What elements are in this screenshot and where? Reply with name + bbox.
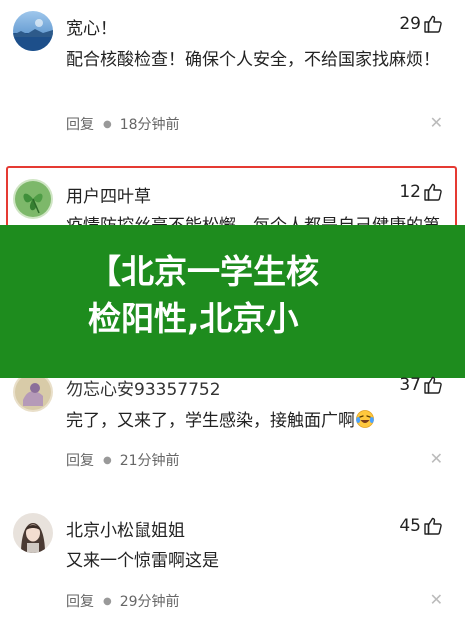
comment-item: 宽心！ 29 配合核酸检查！确保个人安全，不给国家找麻烦！ 回复 ● 18分钟前…	[0, 0, 465, 150]
timestamp: 18分钟前	[119, 117, 180, 133]
thumbs-up-icon[interactable]	[423, 14, 443, 34]
thumbs-up-icon[interactable]	[423, 516, 443, 536]
like-button[interactable]: 37	[399, 375, 443, 395]
comment-item: 勿忘心安93357752 37 完了，又来了，学生感染，接触面广啊 回复 ● 2…	[0, 375, 465, 478]
banner-title-line: 检阳性,北京小	[88, 299, 299, 338]
thumbs-up-icon[interactable]	[423, 182, 443, 202]
thumbs-up-icon[interactable]	[423, 375, 443, 395]
comment-meta: 回复 ● 18分钟前	[66, 114, 180, 134]
close-icon[interactable]: ✕	[430, 449, 443, 468]
comment-meta: 回复 ● 29分钟前	[66, 591, 180, 611]
reply-button[interactable]: 回复	[66, 591, 94, 611]
like-count: 12	[399, 182, 421, 202]
comment-text-body: 完了，又来了，学生感染，接触面广啊	[66, 411, 355, 431]
username[interactable]: 宽心！	[66, 14, 117, 39]
like-button[interactable]: 12	[399, 182, 443, 202]
separator-dot: ●	[103, 454, 112, 466]
avatar[interactable]	[13, 378, 53, 412]
like-count: 45	[399, 516, 421, 536]
like-count: 29	[399, 14, 421, 34]
banner-title[interactable]: 【北京一学生核 检阳性,北京小	[88, 248, 458, 342]
username[interactable]: 用户四叶草	[66, 182, 151, 207]
banner-title-line: 【北京一学生核	[88, 252, 319, 291]
timestamp: 21分钟前	[119, 453, 180, 469]
comment-item: 北京小松鼠姐姐 45 又来一个惊雷啊这是 回复 ● 29分钟前 ✕	[0, 500, 465, 630]
like-button[interactable]: 29	[399, 14, 443, 34]
comment-text: 又来一个惊雷啊这是	[66, 551, 219, 571]
timestamp: 29分钟前	[119, 594, 180, 610]
comment-text: 配合核酸检查！确保个人安全，不给国家找麻烦！	[66, 50, 440, 70]
avatar[interactable]	[13, 513, 53, 553]
separator-dot: ●	[103, 118, 112, 130]
comment-item: 用户四叶草 12 疫情防控丝毫不能松懈，每个人都是自己健康的第一责任人，切实做好…	[0, 166, 465, 263]
close-icon[interactable]: ✕	[430, 113, 443, 132]
username[interactable]: 北京小松鼠姐姐	[66, 516, 185, 541]
avatar[interactable]	[13, 179, 53, 219]
comment-text: 完了，又来了，学生感染，接触面广啊	[66, 408, 443, 435]
separator-dot: ●	[103, 595, 112, 607]
laughing-crying-emoji-icon	[355, 409, 375, 429]
reply-button[interactable]: 回复	[66, 114, 94, 134]
username[interactable]: 勿忘心安93357752	[66, 375, 221, 400]
avatar[interactable]	[13, 11, 53, 51]
comment-meta: 回复 ● 21分钟前	[66, 450, 180, 470]
reply-button[interactable]: 回复	[66, 450, 94, 470]
close-icon[interactable]: ✕	[430, 590, 443, 609]
like-button[interactable]: 45	[399, 516, 443, 536]
like-count: 37	[399, 375, 421, 395]
